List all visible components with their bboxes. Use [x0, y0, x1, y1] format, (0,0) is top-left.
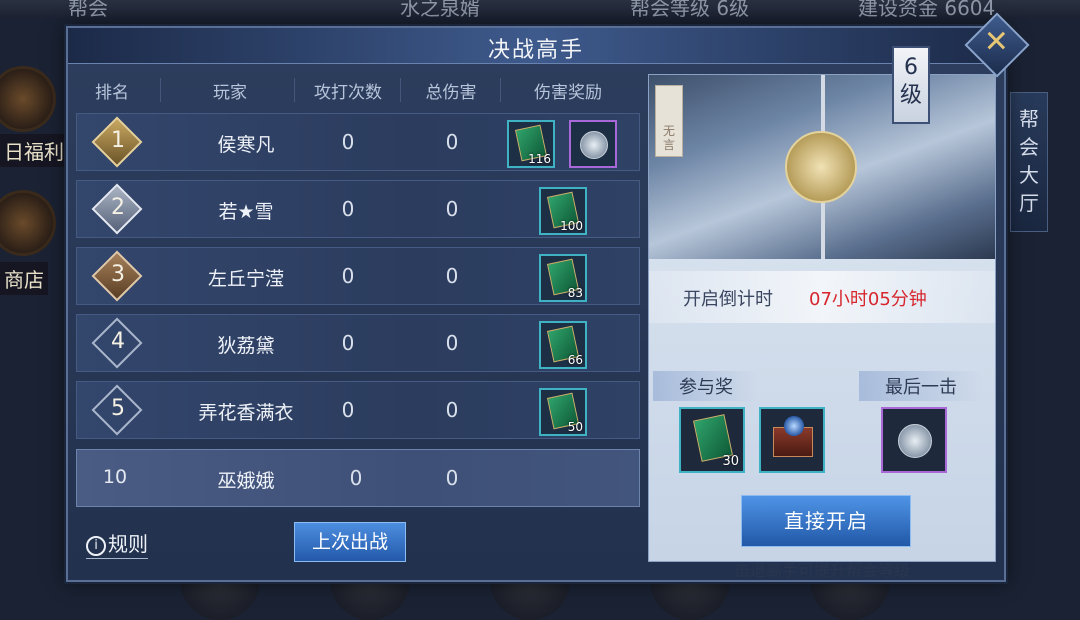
rank-number: 2 [111, 195, 125, 220]
reward-quantity: 30 [722, 454, 739, 469]
boss-battle-dialog: 决战高手 排名 玩家 攻打次数 总伤害 伤害奖励 1 侯寒凡 0 0 116 2… [66, 26, 1006, 582]
hall-char: 会 [1019, 135, 1039, 159]
self-rank-row: 10 巫娥娥 0 0 [76, 449, 640, 507]
bg-shop-label: 商店 [0, 262, 48, 295]
table-row: 1 侯寒凡 0 0 116 [76, 113, 640, 171]
countdown-value: 07小时05分钟 [809, 289, 927, 310]
reward-slot[interactable]: 83 [539, 254, 587, 302]
reward-quantity: 83 [567, 286, 583, 300]
header-damage: 总伤害 [425, 83, 477, 103]
boss-emblem: 无 言 [655, 85, 683, 157]
table-row: 3 左丘宁滢 0 0 83 [76, 247, 640, 305]
countdown-bar: 开启倒计时 07小时05分钟 [649, 271, 995, 323]
ranking-table: 排名 玩家 攻打次数 总伤害 伤害奖励 1 侯寒凡 0 0 116 2 若★雪 … [76, 74, 640, 507]
boss-info-panel: 无 言 开启倒计时 07小时05分钟 参与奖 最后一击 30 直接开启 击退高手… [648, 74, 996, 580]
rank-number: 4 [111, 329, 125, 354]
attack-count: 0 [341, 264, 355, 288]
bg-guild-level: 帮会等级 6级 [630, 0, 750, 20]
total-damage: 0 [445, 331, 459, 355]
emblem-char: 言 [663, 138, 676, 152]
reward-slot[interactable]: 116 [507, 120, 555, 168]
attack-count: 0 [341, 197, 355, 221]
reward-quantity: 116 [528, 152, 551, 166]
level-unit: 级 [899, 83, 922, 108]
hall-char: 帮 [1019, 107, 1039, 131]
close-icon: ✕ [983, 24, 1009, 60]
boss-hint-text: 击退高手可提升帮会等级 [733, 561, 910, 580]
silver-coin-icon [898, 424, 932, 458]
rank-number: 5 [111, 396, 125, 421]
header-reward: 伤害奖励 [534, 83, 602, 103]
rank-number: 1 [111, 128, 125, 153]
total-damage: 0 [445, 130, 459, 154]
rank-number: 10 [102, 466, 128, 488]
open-now-button[interactable]: 直接开启 [741, 495, 911, 547]
reward-quantity: 50 [567, 420, 583, 434]
bg-welfare-label: 日福利 [0, 134, 68, 167]
attack-count: 0 [341, 130, 355, 154]
sword-guard-icon [785, 131, 857, 203]
table-header: 排名 玩家 攻打次数 总伤害 伤害奖励 [76, 74, 640, 104]
participation-reward-slot[interactable] [759, 407, 825, 473]
header-attacks: 攻打次数 [314, 83, 382, 103]
guild-hall-tab: 帮 会 大 厅 [1010, 92, 1048, 232]
reward-slot[interactable]: 50 [539, 388, 587, 436]
dialog-title-bar: 决战高手 [68, 28, 1004, 64]
rules-label: 规则 [108, 532, 148, 556]
last-battle-button[interactable]: 上次出战 [294, 522, 406, 562]
header-divider [294, 78, 295, 102]
welfare-icon [0, 66, 56, 132]
attack-count: 0 [349, 466, 363, 490]
last-hit-reward-slot[interactable] [881, 407, 947, 473]
silver-coin-icon [580, 131, 608, 159]
reward-quantity: 66 [567, 353, 583, 367]
table-row: 5 弄花香满衣 0 0 50 [76, 381, 640, 439]
background-top-bar: 帮会 水之泉婿 帮会等级 6级 建设资金 6604 [0, 0, 1080, 20]
player-name: 巫娥娥 [217, 470, 275, 492]
participation-reward-title: 参与奖 [653, 371, 759, 401]
header-rank: 排名 [95, 83, 129, 103]
boss-level-badge: 6 级 [892, 46, 930, 124]
bg-guild-funds: 建设资金 6604 [858, 0, 996, 20]
last-hit-reward-title: 最后一击 [859, 371, 983, 401]
shop-icon [0, 190, 56, 256]
bg-guild-label: 帮会 [68, 0, 108, 20]
rank-number: 3 [111, 262, 125, 287]
countdown-label: 开启倒计时 [683, 289, 773, 310]
rules-button[interactable]: i 规则 [86, 528, 148, 559]
reward-slot[interactable]: 100 [539, 187, 587, 235]
attack-count: 0 [341, 398, 355, 422]
emblem-char: 无 [663, 124, 676, 138]
reward-quantity: 100 [560, 219, 583, 233]
dialog-title: 决战高手 [487, 38, 584, 63]
treasure-chest-icon [773, 416, 813, 457]
table-row: 4 狄荔黛 0 0 66 [76, 314, 640, 372]
reward-slot[interactable]: 66 [539, 321, 587, 369]
info-icon: i [86, 536, 106, 556]
table-row: 2 若★雪 0 0 100 [76, 180, 640, 238]
header-player: 玩家 [213, 83, 247, 103]
total-damage: 0 [445, 264, 459, 288]
attack-count: 0 [341, 331, 355, 355]
level-number: 6 [904, 55, 918, 80]
header-divider [400, 78, 401, 102]
total-damage: 0 [445, 398, 459, 422]
participation-reward-slot[interactable]: 30 [679, 407, 745, 473]
hall-char: 大 [1019, 163, 1039, 187]
bg-guild-name: 水之泉婿 [400, 0, 480, 20]
hall-char: 厅 [1019, 191, 1039, 215]
reward-slot[interactable] [569, 120, 617, 168]
total-damage: 0 [445, 197, 459, 221]
boss-portrait: 无 言 [649, 75, 995, 259]
header-divider [500, 78, 501, 102]
background-side-menu: 日福利 商店 [0, 40, 70, 340]
total-damage: 0 [445, 466, 459, 490]
